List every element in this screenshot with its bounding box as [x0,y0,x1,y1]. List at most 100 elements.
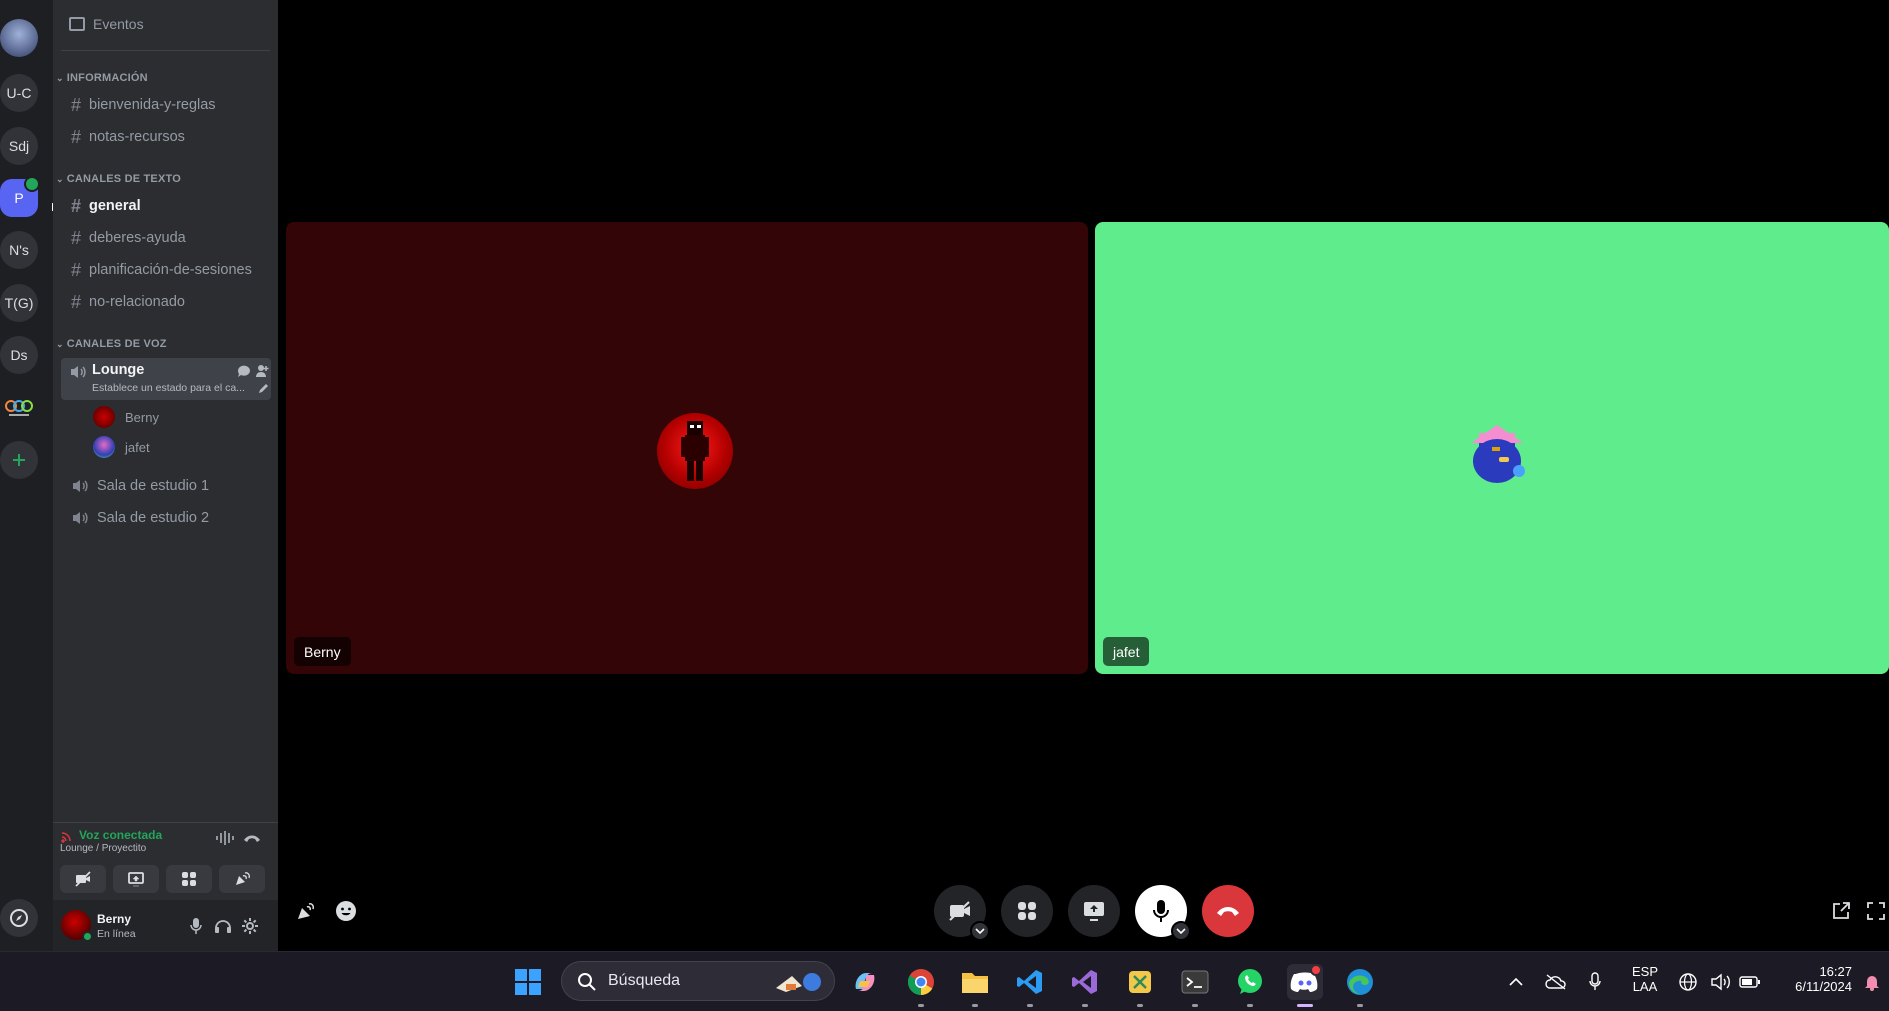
screen-share-icon [1084,902,1104,921]
category-canales-de-texto[interactable]: ⌄ CANALES DE TEXTO [56,171,181,187]
snipping-tool-taskbar-icon[interactable] [1122,964,1158,1007]
voice-channel-sala-1[interactable]: Sala de estudio 1 [61,471,271,501]
channel-bienvenida-y-reglas[interactable]: # bienvenida-y-reglas [61,90,271,120]
camera-off-button[interactable] [60,865,106,893]
member-name: Berny [125,409,159,425]
chevron-down-icon[interactable] [1171,921,1191,941]
disconnect-icon [244,835,260,842]
server-icon-tg[interactable]: T(G) [0,284,38,322]
onedrive-tray-icon[interactable] [1538,964,1574,1000]
events-item[interactable]: Eventos [69,12,144,36]
camera-off-button[interactable] [934,885,990,941]
battery-tray-icon[interactable] [1732,964,1768,1000]
speaker-icon [71,510,89,526]
activities-button[interactable] [1001,885,1053,937]
visual-studio-taskbar-icon[interactable] [1067,964,1103,1007]
channel-general[interactable]: # general [61,191,271,221]
chevron-down-icon[interactable] [970,921,990,941]
discover-button[interactable] [0,899,38,937]
category-label: CANALES DE TEXTO [66,173,181,185]
fullscreen-button[interactable] [1863,898,1889,924]
hash-icon: # [71,259,82,280]
terminal-taskbar-icon[interactable] [1177,964,1213,1007]
channel-deberes-ayuda[interactable]: # deberes-ayuda [61,223,271,253]
server-icon-ds[interactable]: Ds [0,336,38,374]
running-indicator [972,1004,978,1007]
copilot-taskbar-icon[interactable] [847,964,883,1000]
vscode-taskbar-icon[interactable] [1012,964,1048,1007]
soundboard-button[interactable] [219,865,265,893]
running-indicator [1137,1004,1143,1007]
voice-active-badge-icon [24,176,40,192]
file-explorer-taskbar-icon[interactable] [957,964,993,1007]
channel-no-relacionado[interactable]: # no-relacionado [61,287,271,317]
soundboard-button[interactable] [293,898,319,924]
voice-channel-sala-2[interactable]: Sala de estudio 2 [61,503,271,533]
participant-avatar [1459,413,1535,489]
category-canales-de-voz[interactable]: ⌄ CANALES DE VOZ [56,336,167,352]
microphone-button[interactable] [1135,885,1191,941]
chrome-taskbar-icon[interactable] [903,964,939,1007]
voice-stage: Berny jafet [278,0,1889,951]
popout-button[interactable] [1828,898,1854,924]
screen-share-icon [128,872,144,887]
running-indicator [918,1004,924,1007]
network-tray-icon[interactable] [1670,964,1706,1000]
plus-icon [13,454,25,466]
voice-channel-lounge[interactable]: Lounge Establece un estado para el ca... [61,358,271,400]
start-button[interactable] [510,964,546,1000]
discord-taskbar-icon[interactable] [1287,964,1323,1007]
voice-member-berny[interactable]: Berny [93,405,159,429]
microphone-icon [1153,900,1169,922]
language-code: ESP [1631,964,1658,979]
video-tile-jafet[interactable]: jafet [1095,222,1889,674]
hang-up-button[interactable] [1202,885,1254,937]
language-indicator[interactable]: ESP LAA [1627,964,1663,994]
bell-icon [1865,976,1879,991]
voice-channel-status[interactable]: Establece un estado para el ca... [92,382,247,394]
cloud-offline-icon [1545,974,1566,990]
server-icon-avatar[interactable] [0,19,38,57]
character-figure-icon [681,421,709,481]
edge-taskbar-icon[interactable] [1342,964,1378,1007]
notifications-button[interactable] [1858,964,1886,1000]
video-tile-berny[interactable]: Berny [286,222,1088,674]
hash-icon: # [71,195,82,216]
channel-notas-recursos[interactable]: # notas-recursos [61,122,271,152]
house-character-icon [1471,425,1525,483]
screen-share-button[interactable] [113,865,159,893]
microphone-tray-icon[interactable] [1577,964,1613,1000]
taskbar-search[interactable]: Búsqueda [561,961,835,1001]
user-name: Berny [97,912,132,926]
compass-icon [10,909,28,927]
screen-share-button[interactable] [1068,885,1120,937]
search-placeholder: Búsqueda [608,972,681,989]
server-icon-logo[interactable] [0,389,38,427]
settings-button[interactable] [240,916,260,936]
hash-icon: # [71,126,82,147]
running-indicator [1027,1004,1033,1007]
server-icon-p[interactable]: P [0,176,40,217]
clock[interactable]: 16:27 6/11/2024 [1776,964,1852,994]
whatsapp-taskbar-icon[interactable] [1232,964,1268,1007]
voice-connected-location[interactable]: Lounge / Proyectito [60,843,146,854]
channel-label: no-relacionado [89,294,185,310]
microphone-icon [190,918,202,934]
server-icon-uc[interactable]: U-C [0,74,38,112]
channel-planificacion-de-sesiones[interactable]: # planificación-de-sesiones [61,255,271,285]
server-icon-ns[interactable]: N's [0,231,38,269]
windows-logo-icon [515,969,541,995]
deafen-button[interactable] [213,916,233,936]
server-icon-sdj[interactable]: Sdj [0,127,38,165]
voice-member-jafet[interactable]: jafet [93,435,150,459]
show-hidden-icons-button[interactable] [1498,964,1534,1000]
activities-button[interactable] [166,865,212,893]
add-server-button[interactable] [0,441,38,479]
activities-icon [182,872,196,886]
category-informacion[interactable]: ⌄ INFORMACIÓN [56,70,148,86]
colorful-logo-icon [5,400,33,416]
channel-label: general [89,198,141,214]
emoji-button[interactable] [333,898,359,924]
clock-date: 6/11/2024 [1795,979,1852,994]
mute-button[interactable] [186,916,206,936]
